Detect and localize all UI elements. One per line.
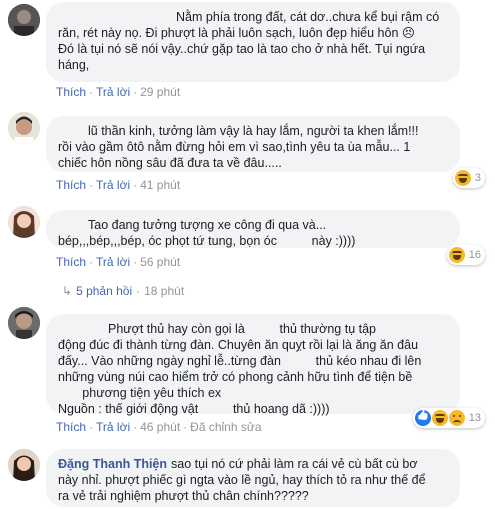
comment-text-line: chiếc hôn nồng sâu đã đưa ta về đâu.....	[58, 156, 282, 170]
avatar-photo	[8, 307, 40, 339]
reaction-count: 13	[468, 412, 481, 424]
reply-link[interactable]: Trả lời	[96, 255, 130, 269]
timestamp[interactable]: 41 phút	[140, 178, 180, 192]
haha-icon	[448, 247, 465, 263]
like-link[interactable]: Thích	[56, 178, 86, 192]
comment-text-line: Nằm phía trong đất, cát dơ..chưa kể bụi …	[176, 10, 440, 24]
avatar-photo	[8, 112, 40, 144]
like-link[interactable]: Thích	[56, 255, 86, 269]
avatar[interactable]	[8, 307, 40, 339]
reply-link[interactable]: Trả lời	[96, 420, 130, 434]
reply-link[interactable]: Trả lời	[96, 85, 130, 99]
timestamp[interactable]: 46 phút	[140, 420, 180, 434]
reaction-summary[interactable]: 3	[452, 168, 485, 188]
timestamp: 18 phút	[144, 284, 185, 298]
comment-text-line: Tao đang tưởng tượng xe công đi qua và..…	[88, 218, 327, 232]
avatar-photo	[8, 206, 40, 238]
comment-actions: Thích · Trả lời · 41 phút	[56, 178, 181, 192]
like-icon	[414, 410, 431, 426]
avatar-photo	[8, 4, 40, 36]
comment-bubble: Tao đang tưởng tượng xe công đi qua và..…	[46, 210, 460, 248]
comment-text-line: bép,,,bép,,,bép, óc phọt tứ tung, bọn óc…	[58, 234, 356, 248]
reaction-count: 16	[468, 249, 481, 261]
comment-actions: Thích · Trả lời · 29 phút	[56, 85, 181, 99]
avatar[interactable]	[8, 449, 40, 481]
avatar[interactable]	[8, 112, 40, 144]
comment-text-line: Đó là tụi nó sẽ nói vậy..chứ gặp tao là …	[58, 42, 426, 56]
comment-actions: Thích · Trả lời · 46 phút · Đã chỉnh sửa	[56, 420, 262, 434]
edited-label[interactable]: Đã chỉnh sửa	[190, 420, 261, 434]
like-link[interactable]: Thích	[56, 85, 86, 99]
reaction-summary[interactable]: 13	[412, 408, 485, 428]
timestamp[interactable]: 29 phút	[140, 85, 180, 99]
sad-icon	[448, 410, 465, 426]
timestamp[interactable]: 56 phút	[140, 255, 180, 269]
comment-bubble: Phượt thủ hay còn gọi là thủ thường tụ t…	[46, 314, 460, 416]
comment-text-line: những vùng núi cao hiểm trở có phong cản…	[58, 370, 413, 384]
avatar[interactable]	[8, 4, 40, 36]
comment-text-line: lũ thần kinh, tưởng làm vậy là hay lắm, …	[88, 124, 419, 138]
comment-text-line: động đúc đi thành từng đàn. Chuyên ăn qu…	[58, 338, 419, 352]
comment-text-line: này nhỉ. phượt phiếc gì ngta vào lề ngủ,…	[58, 473, 426, 487]
haha-icon	[431, 410, 448, 426]
comment-text-line: ra vẻ trải nghiệm phượt thủ chân chính??…	[58, 489, 309, 503]
reaction-count: 3	[474, 172, 481, 184]
reply-link[interactable]: Trả lời	[96, 178, 130, 192]
comment-text-line: răn, rét này nọ. Đi phượt là phải luôn s…	[58, 26, 415, 40]
comment-author[interactable]: Đặng Thanh Thiện	[58, 457, 167, 471]
comment-text-line: háng,	[58, 58, 90, 72]
avatar-photo	[8, 449, 40, 481]
haha-icon	[454, 170, 471, 186]
like-link[interactable]: Thích	[56, 420, 86, 434]
view-replies-link[interactable]: ↳ 5 phản hồi · 18 phút	[62, 284, 184, 298]
comment-text-line: Nguồn : thế giới động vật thủ hoang dã :…	[58, 402, 330, 416]
comment-bubble: lũ thần kinh, tưởng làm vậy là hay lắm, …	[46, 116, 460, 172]
replies-label[interactable]: 5 phản hồi	[76, 284, 132, 298]
reply-arrow-icon: ↳	[62, 284, 73, 298]
comment-actions: Thích · Trả lời · 56 phút	[56, 255, 181, 269]
comment-text-line: sao tụi nó cứ phải làm ra cái vẻ cù bất …	[171, 457, 418, 471]
comment-bubble: Đặng Thanh Thiện sao tụi nó cứ phải làm r…	[46, 449, 460, 507]
avatar[interactable]	[8, 206, 40, 238]
comment-text-line: rồi vào gầm ôtô nằm đừng hỏi em vì sao,t…	[58, 140, 411, 154]
comment-text-line: phương tiện yêu thích ex	[58, 386, 222, 400]
comment-text-line: đấy... Vào những ngày nghỉ lễ..từng đàn …	[58, 354, 422, 368]
comment-text-line: Phượt thủ hay còn gọi là thủ thường tụ t…	[108, 322, 377, 336]
comment-bubble: Nằm phía trong đất, cát dơ..chưa kể bụi …	[46, 2, 460, 82]
reaction-summary[interactable]: 16	[446, 245, 485, 265]
